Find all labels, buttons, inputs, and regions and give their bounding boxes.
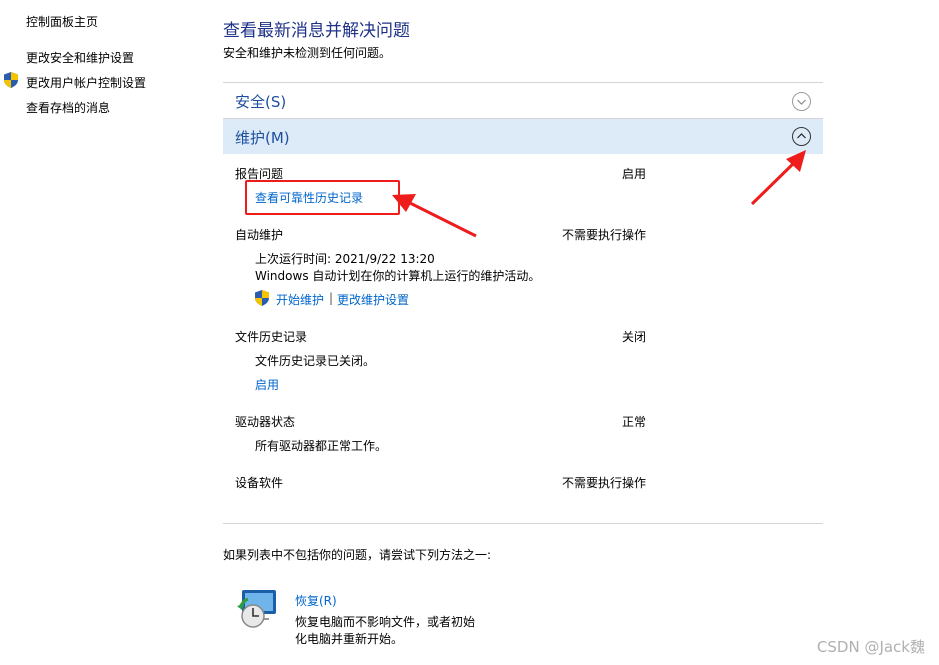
- annotation-arrows: [392, 150, 806, 238]
- watermark: CSDN @Jack魏: [816, 638, 925, 656]
- annotation-arrow-to-link: [409, 201, 477, 238]
- annotation-arrow-to-chevron: [750, 158, 799, 206]
